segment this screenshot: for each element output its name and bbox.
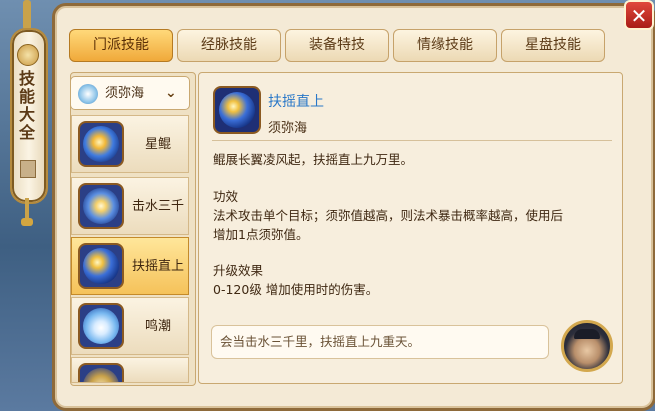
avatar-hat-icon xyxy=(574,329,600,339)
chevron-down-icon: ⌄ xyxy=(165,85,177,101)
npc-speech-bubble: 会当击水三千里，扶摇直上九重天。 xyxy=(211,325,549,359)
effect-text-line-1: 法术攻击单个目标；须弥值越高，则法术暴击概率越高，使用后 xyxy=(213,208,564,223)
fuyao-zhishang-skill-icon xyxy=(78,243,124,289)
scroll-title-char-3: 大 xyxy=(18,105,35,124)
skill-item-label: 鸣潮 xyxy=(144,319,171,334)
skill-item-mingchao[interactable]: 鸣潮 xyxy=(71,297,189,355)
seal-icon xyxy=(20,160,36,178)
tab-bond-skills[interactable]: 情缘技能 xyxy=(393,29,497,62)
mingchao-skill-icon xyxy=(78,303,124,349)
tassel-knot-icon xyxy=(21,218,33,226)
close-icon: ✕ xyxy=(630,4,648,28)
school-selector-value: 须弥海 xyxy=(105,86,145,101)
skill-title: 扶摇直上 xyxy=(268,94,324,110)
skill-encyclopedia-scroll: 技 能 大 全 xyxy=(8,0,48,411)
scroll-title-char-2: 能 xyxy=(18,87,35,106)
detail-divider xyxy=(212,140,612,141)
school-emblem-icon xyxy=(78,84,98,104)
close-button[interactable]: ✕ xyxy=(624,0,654,30)
scroll-title: 技 能 大 全 xyxy=(8,70,46,142)
skill-school: 须弥海 xyxy=(268,121,308,136)
selected-skill-icon xyxy=(213,86,261,134)
school-selector[interactable]: 须弥海 ⌄ xyxy=(70,76,190,110)
skill-item-label: 扶摇直上 xyxy=(131,259,184,274)
scroll-title-char-4: 全 xyxy=(18,123,35,142)
scroll-rod xyxy=(23,0,31,30)
jishui-sanqian-skill-icon xyxy=(78,183,124,229)
tab-meridian-skills[interactable]: 经脉技能 xyxy=(177,29,281,62)
partial-skill-icon xyxy=(78,363,124,382)
tab-astrolabe-skills[interactable]: 星盘技能 xyxy=(501,29,605,62)
skill-item-jishui-sanqian[interactable]: 击水三千 xyxy=(71,177,189,235)
xingkun-skill-icon xyxy=(78,121,124,167)
tab-equipment-stunts[interactable]: 装备特技 xyxy=(285,29,389,62)
skill-item-label: 击水三千 xyxy=(131,199,184,214)
skill-item-label: 星鲲 xyxy=(144,137,171,152)
tassel-string xyxy=(25,198,29,220)
skill-orb-icon xyxy=(219,92,255,128)
scroll-title-char-1: 技 xyxy=(18,69,35,88)
effect-text-line-2: 增加1点须弥值。 xyxy=(213,227,309,242)
skill-item-partial[interactable] xyxy=(71,357,189,383)
npc-avatar[interactable] xyxy=(561,320,613,372)
skill-flavor-text: 鲲展长翼凌风起，扶摇直上九万里。 xyxy=(213,152,414,167)
scroll-knob-icon xyxy=(17,44,39,66)
upgrade-heading: 升级效果 xyxy=(213,263,264,278)
effect-heading: 功效 xyxy=(213,189,239,204)
skill-item-fuyao-zhishang[interactable]: 扶摇直上 xyxy=(71,237,189,295)
tab-school-skills[interactable]: 门派技能 xyxy=(69,29,173,62)
skill-item-xingkun[interactable]: 星鲲 xyxy=(71,115,189,173)
upgrade-text: 0-120级 增加使用时的伤害。 xyxy=(213,282,379,297)
